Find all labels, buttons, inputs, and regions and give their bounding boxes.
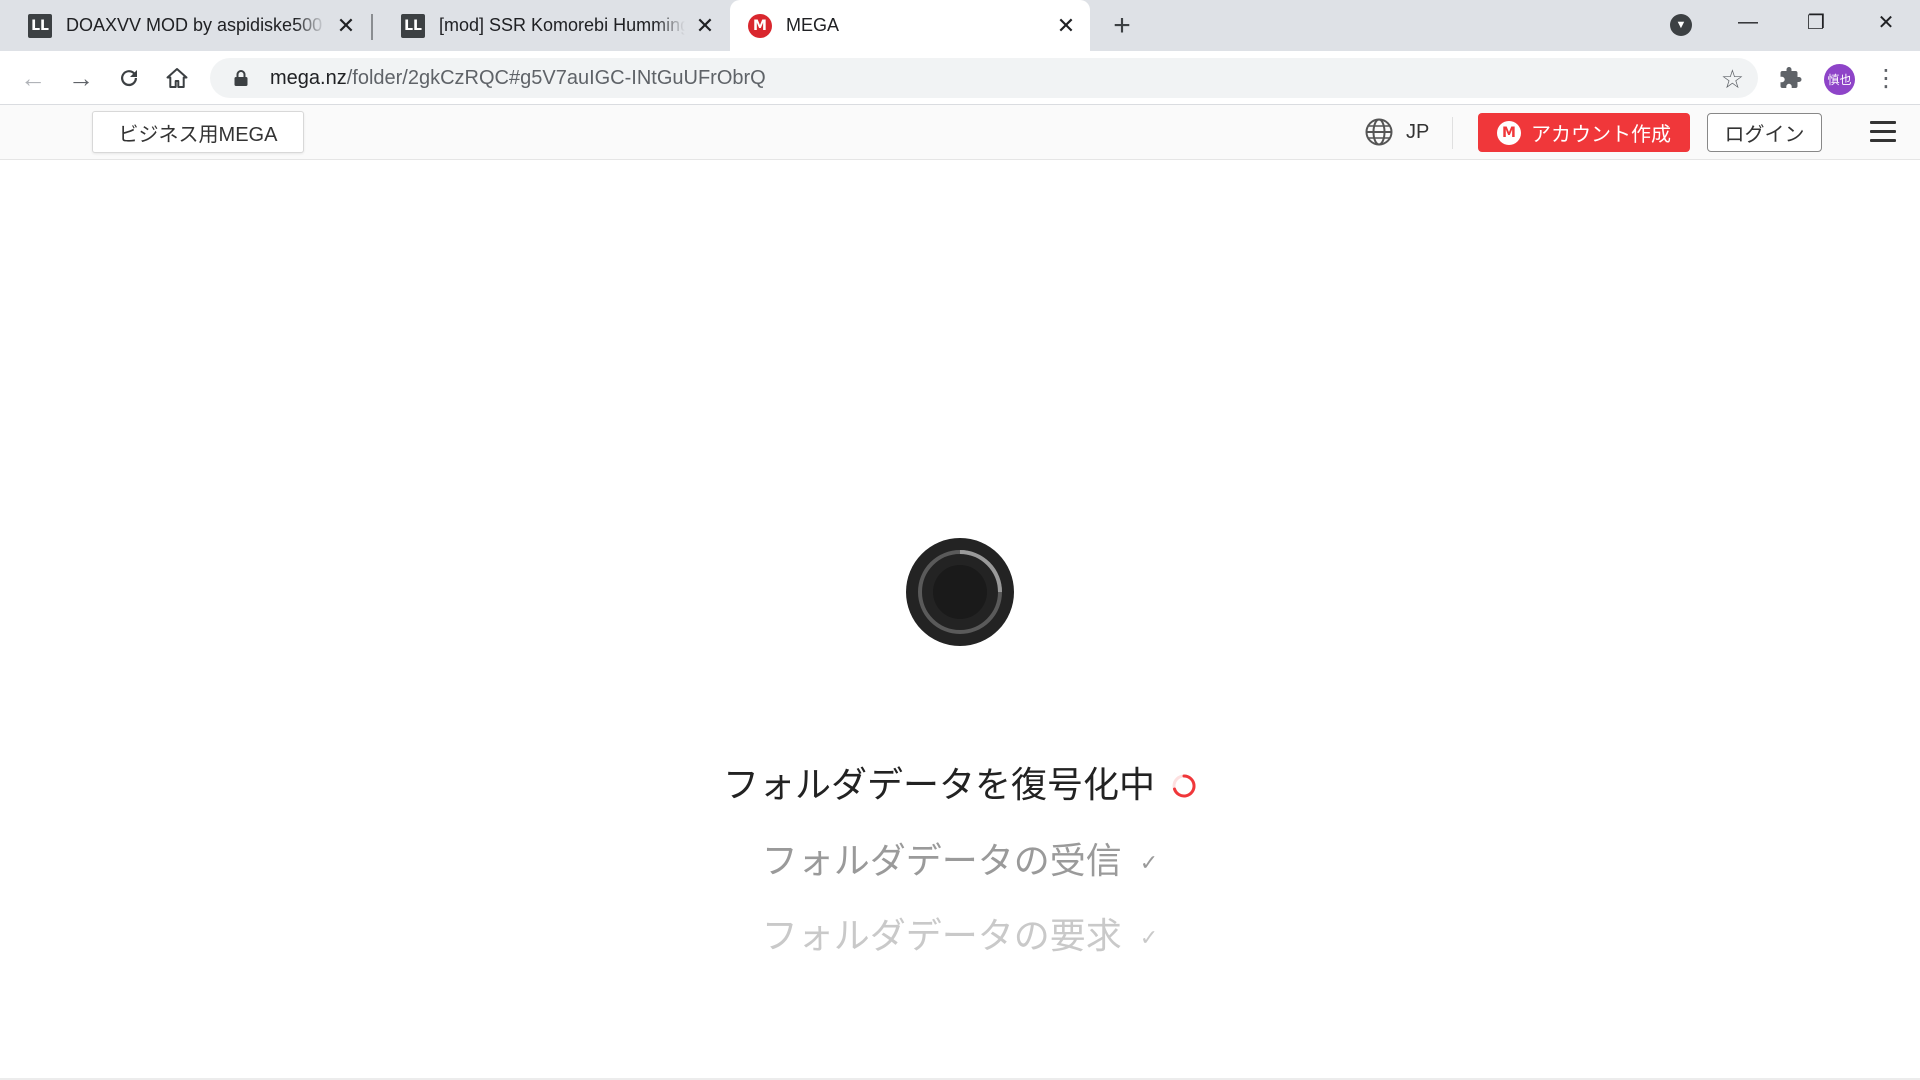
site-favicon-icon: LL [401,13,425,38]
create-account-label: アカウント作成 [1531,124,1671,146]
loading-step-receiving: フォルダデータの受信 ✓ [0,832,1920,884]
tab-strip: LL DOAXVV MOD by aspidiske500 - ✕ LL [mo… [0,0,1920,51]
create-account-button[interactable]: M アカウント作成 [1478,113,1690,152]
checkmark-icon: ✓ [1139,850,1159,876]
loading-step-label: フォルダデータを復号化中 [722,765,1155,806]
language-selector[interactable]: JP [1364,117,1429,147]
mega-favicon-icon: M [748,13,772,38]
loading-spinner-icon [906,538,1014,646]
tab-title: [mod] SSR Komorebi Humming - [439,15,685,35]
lock-icon[interactable] [230,67,252,89]
globe-icon [1365,118,1393,146]
minimize-button[interactable]: — [1714,0,1782,44]
language-label: JP [1406,120,1430,143]
tab-title: MEGA [786,15,840,35]
tab-search-icon[interactable]: ▼ [1670,14,1692,36]
site-favicon-icon: LL [28,13,52,38]
tab-close-icon[interactable]: ✕ [334,13,358,38]
loading-step-requesting: フォルダデータの要求 ✓ [0,907,1920,959]
back-arrow-icon[interactable]: ← [16,61,50,95]
address-bar[interactable]: mega.nz/folder/2gkCzRQC#g5V7auIGC-INtGuU… [210,58,1758,98]
extensions-puzzle-icon[interactable] [1776,63,1806,93]
profile-avatar[interactable]: 慎也 [1824,64,1855,95]
checkmark-icon: ✓ [1139,925,1159,951]
login-button[interactable]: ログイン [1707,113,1822,152]
hamburger-menu-icon[interactable] [1870,121,1896,143]
tab-mega[interactable]: M MEGA ✕ [730,0,1090,51]
loading-step-decrypting: フォルダデータを復号化中 [0,756,1920,808]
mega-business-button[interactable]: ビジネス用MEGA [92,111,304,153]
new-tab-button[interactable]: + [1106,9,1138,42]
tab-title: DOAXVV MOD by aspidiske500 - [66,15,326,35]
loading-step-label: フォルダデータの要求 [761,916,1122,957]
forward-arrow-icon[interactable]: → [64,61,98,95]
browser-menu-icon[interactable]: ⋮ [1872,63,1900,93]
home-icon[interactable] [160,61,194,95]
browser-toolbar: ← → mega.nz/folder/2gkCzRQC#g5V7auIGC-IN… [0,51,1920,105]
url-text[interactable]: mega.nz/folder/2gkCzRQC#g5V7auIGC-INtGuU… [270,67,766,90]
mega-header: ビジネス用MEGA JP M アカウント作成 ログイン [0,105,1920,160]
tab-doaxvv-mod[interactable]: LL DOAXVV MOD by aspidiske500 - ✕ [0,0,370,51]
small-spinner-icon [1172,774,1196,798]
reload-icon[interactable] [112,61,146,95]
header-divider [1452,117,1453,149]
restore-button[interactable]: ❐ [1782,0,1850,44]
tab-ssr-komorebi[interactable]: LL [mod] SSR Komorebi Humming - ✕ [373,0,729,51]
loading-step-label: フォルダデータの受信 [761,841,1122,882]
close-window-button[interactable]: ✕ [1852,0,1920,44]
mega-logo-icon: M [1497,120,1521,145]
bookmark-star-icon[interactable]: ☆ [1721,64,1744,95]
tab-close-icon[interactable]: ✕ [1054,13,1078,38]
tab-close-icon[interactable]: ✕ [693,13,717,38]
